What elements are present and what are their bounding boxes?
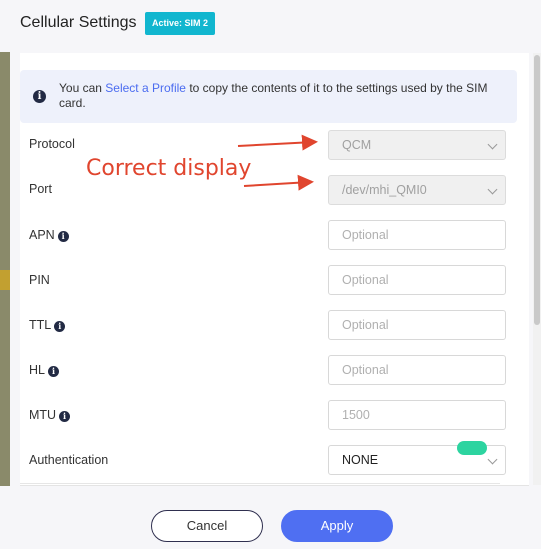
form-divider bbox=[20, 483, 500, 484]
ttl-label-text: TTL bbox=[29, 318, 52, 332]
chevron-down-icon bbox=[487, 184, 498, 195]
protocol-value: QCM bbox=[342, 138, 372, 152]
active-sim-badge: Active: SIM 2 bbox=[145, 12, 216, 35]
info-icon: i bbox=[33, 90, 46, 103]
info-banner: i You can Select a Profile to copy the c… bbox=[20, 70, 517, 123]
ttl-placeholder: Optional bbox=[342, 318, 389, 332]
mtu-label-text: MTU bbox=[29, 408, 57, 422]
info-icon[interactable]: i bbox=[57, 231, 69, 242]
apn-label: APN i bbox=[29, 228, 69, 242]
annotation-arrows bbox=[237, 134, 318, 191]
pin-input[interactable]: Optional bbox=[328, 265, 506, 295]
info-text-prefix: You can bbox=[59, 81, 106, 95]
info-icon[interactable]: i bbox=[54, 321, 66, 332]
annotation-text: Correct display bbox=[86, 156, 252, 181]
hl-input[interactable]: Optional bbox=[328, 355, 506, 385]
dialog-title: Cellular Settings bbox=[20, 14, 137, 31]
apn-label-text: APN bbox=[29, 228, 55, 242]
scrollbar[interactable] bbox=[533, 53, 541, 485]
apn-placeholder: Optional bbox=[342, 228, 389, 242]
apn-input[interactable]: Optional bbox=[328, 220, 506, 250]
authentication-value: NONE bbox=[342, 453, 379, 467]
cancel-button[interactable]: Cancel bbox=[151, 510, 263, 542]
cellular-settings-dialog: Cellular Settings Active: SIM 2 i You ca… bbox=[0, 0, 541, 549]
scrollbar-thumb[interactable] bbox=[534, 55, 540, 325]
protocol-label: Protocol bbox=[29, 137, 75, 151]
pin-placeholder: Optional bbox=[342, 273, 389, 287]
hl-label: HL i bbox=[29, 363, 59, 377]
select-profile-link[interactable]: Select a Profile bbox=[105, 81, 186, 95]
apply-button[interactable]: Apply bbox=[281, 510, 393, 542]
ttl-input[interactable]: Optional bbox=[328, 310, 506, 340]
protocol-select: QCM bbox=[328, 130, 506, 160]
port-arrow bbox=[243, 174, 314, 191]
info-icon[interactable]: i bbox=[47, 366, 59, 377]
hl-placeholder: Optional bbox=[342, 363, 389, 377]
mtu-placeholder: 1500 bbox=[342, 408, 370, 422]
port-select: /dev/mhi_QMI0 bbox=[328, 175, 506, 205]
info-text: You can Select a Profile to copy the con… bbox=[59, 81, 499, 111]
info-icon[interactable]: i bbox=[59, 411, 71, 422]
port-value: /dev/mhi_QMI0 bbox=[342, 183, 427, 197]
hl-label-text: HL bbox=[29, 363, 45, 377]
protocol-arrow bbox=[237, 134, 318, 151]
dialog-header: Cellular Settings Active: SIM 2 bbox=[0, 0, 541, 52]
mtu-label: MTU i bbox=[29, 408, 71, 422]
port-label: Port bbox=[29, 182, 52, 196]
pin-label: PIN bbox=[29, 273, 50, 287]
mtu-input[interactable]: 1500 bbox=[328, 400, 506, 430]
chevron-down-icon bbox=[487, 139, 498, 150]
backdrop-strip bbox=[0, 270, 10, 290]
toggle-switch[interactable] bbox=[457, 441, 487, 455]
authentication-label: Authentication bbox=[29, 453, 109, 467]
ttl-label: TTL i bbox=[29, 318, 66, 332]
dialog-footer: Cancel Apply bbox=[0, 486, 541, 549]
settings-form: i You can Select a Profile to copy the c… bbox=[20, 53, 529, 485]
chevron-down-icon bbox=[487, 454, 498, 465]
